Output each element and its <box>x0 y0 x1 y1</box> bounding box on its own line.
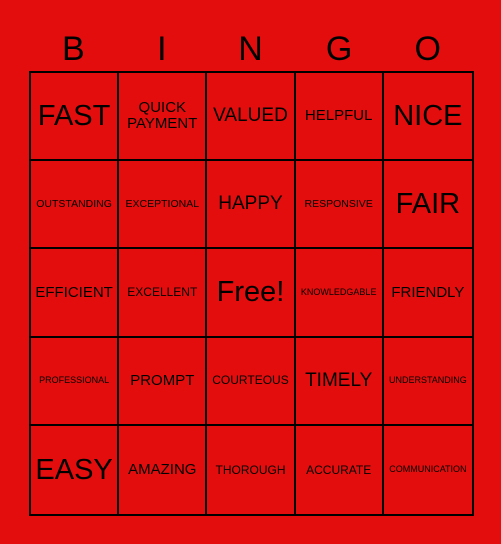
bingo-cell[interactable]: HELPFUL <box>295 73 384 162</box>
bingo-cell-label: NICE <box>393 99 463 132</box>
header-letter-g: G <box>325 30 353 68</box>
bingo-cell[interactable]: EASY <box>31 425 120 514</box>
bingo-cell[interactable]: COMMUNICATION <box>384 426 472 514</box>
bingo-cell-label: RESPONSIVE <box>304 197 373 210</box>
bingo-cell[interactable]: HAPPY <box>207 161 296 250</box>
bingo-cell-label: EFFICIENT <box>35 283 113 301</box>
bingo-cell[interactable]: FRIENDLY <box>383 249 472 338</box>
bingo-cell-label: HAPPY <box>218 193 283 215</box>
bingo-cell-label: EASY <box>35 453 113 486</box>
bingo-cell[interactable]: EXCELLENT <box>119 249 208 338</box>
bingo-cell[interactable]: KNOWLEDGABLE <box>295 249 384 338</box>
bingo-cell-label: PROMPT <box>130 371 195 389</box>
bingo-cell-label: UNDERSTANDING <box>388 374 467 385</box>
bingo-cell[interactable]: OUTSTANDING <box>31 161 120 250</box>
bingo-cell[interactable]: FAIR <box>383 161 472 250</box>
bingo-cell[interactable]: NICE <box>383 73 472 162</box>
bingo-cell[interactable]: PROMPT <box>119 337 208 426</box>
bingo-cell-label: HELPFUL <box>304 107 373 125</box>
bingo-cell-label: AMAZING <box>128 461 197 479</box>
bingo-cell-label: EXCELLENT <box>127 285 198 300</box>
bingo-header: B I N G O <box>29 28 472 70</box>
bingo-cell-label: THOROUGH <box>215 462 286 477</box>
bingo-cell[interactable]: AMAZING <box>119 425 208 514</box>
bingo-cell[interactable]: FAST <box>31 73 120 162</box>
bingo-cell[interactable]: THOROUGH <box>207 425 296 514</box>
bingo-cell[interactable]: EFFICIENT <box>31 249 120 338</box>
bingo-cell[interactable]: COURTEOUS <box>207 337 296 426</box>
header-letter-n: N <box>238 30 263 68</box>
bingo-cell-label: FRIENDLY <box>391 283 465 301</box>
bingo-cell-label: Free! <box>216 276 285 309</box>
bingo-cell[interactable]: EXCEPTIONAL <box>119 161 208 250</box>
bingo-cell-label: FAST <box>37 99 111 132</box>
header-letter-b: B <box>61 30 85 68</box>
bingo-cell-label: VALUED <box>213 105 288 127</box>
bingo-cell-label: QUICK PAYMENT <box>127 99 198 133</box>
bingo-cell[interactable]: ACCURATE <box>296 425 384 514</box>
bingo-cell-label: TIMELY <box>305 369 373 391</box>
header-letter-o: O <box>414 30 441 68</box>
bingo-cell-free-space[interactable]: Free! <box>207 249 296 338</box>
bingo-cell-label: PROFESSIONAL <box>39 374 110 385</box>
bingo-cell-label: OUTSTANDING <box>36 197 112 210</box>
bingo-grid: FAST QUICK PAYMENT VALUED HELPFUL NICE OUTSTA… <box>29 71 474 516</box>
bingo-cell-label: COURTEOUS <box>212 373 289 388</box>
bingo-cell[interactable]: PROFESSIONAL <box>31 337 120 426</box>
bingo-cell[interactable]: RESPONSIVE <box>295 161 384 250</box>
bingo-cell[interactable]: TIMELY <box>295 337 384 426</box>
bingo-cell-label: COMMUNICATION <box>389 464 467 475</box>
bingo-cell[interactable]: QUICK PAYMENT <box>119 73 208 162</box>
bingo-cell-label: ACCURATE <box>306 462 372 477</box>
bingo-cell-label: KNOWLEDGABLE <box>300 286 377 297</box>
header-letter-i: I <box>157 30 167 68</box>
bingo-cell-label: EXCEPTIONAL <box>125 197 200 210</box>
bingo-cell-label: FAIR <box>395 188 461 221</box>
bingo-cell[interactable]: UNDERSTANDING <box>383 338 472 426</box>
bingo-cell[interactable]: VALUED <box>207 73 296 162</box>
